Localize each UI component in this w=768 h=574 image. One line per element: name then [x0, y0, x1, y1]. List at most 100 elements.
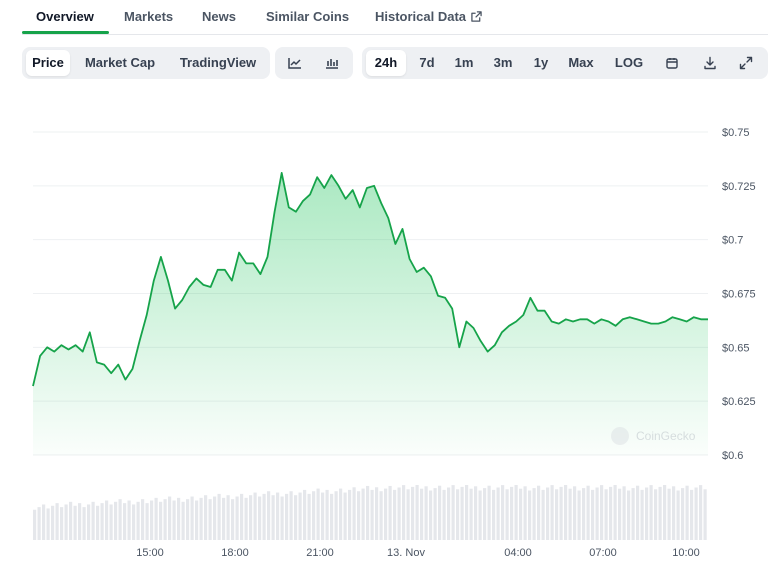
price-chart: CoinGecko $0.75 $0.725 $0.7 $0.675 $0.65 $0.6…: [32, 127, 756, 559]
volume-bar: [294, 495, 298, 540]
volume-bar: [303, 489, 307, 540]
volume-bar: [564, 485, 568, 540]
volume-bar: [150, 500, 154, 540]
x-tick-label: 13. Nov: [387, 547, 425, 559]
volume-bar: [258, 496, 262, 540]
volume-bar: [46, 508, 50, 540]
volume-bar: [582, 488, 586, 540]
volume-bar: [357, 491, 361, 540]
volume-bar: [604, 489, 608, 540]
volume-bar: [424, 486, 428, 540]
volume-bar: [222, 497, 226, 540]
watermark-text: CoinGecko: [636, 429, 696, 443]
y-tick-label: $0.725: [722, 181, 756, 193]
volume-bar: [154, 497, 158, 540]
volume-bar: [253, 492, 257, 540]
volume-bar: [438, 485, 442, 540]
volume-bar: [289, 491, 293, 540]
volume-bar: [532, 488, 536, 540]
volume-bars: [33, 485, 707, 540]
volume-bar: [276, 492, 280, 540]
volume-bar: [267, 491, 271, 540]
volume-bar: [649, 485, 653, 540]
volume-bar: [375, 487, 379, 540]
volume-bar: [145, 503, 149, 540]
x-axis: 15:00 18:00 21:00 13. Nov 04:00 07:00 10:00: [136, 547, 700, 559]
volume-bar: [528, 490, 532, 540]
volume-bar: [573, 486, 577, 540]
y-tick-label: $0.675: [722, 289, 756, 301]
volume-bar: [339, 488, 343, 540]
volume-bar: [42, 504, 46, 540]
volume-bar: [550, 485, 554, 540]
volume-bar: [217, 493, 221, 540]
volume-bar: [82, 507, 86, 540]
volume-bar: [235, 496, 239, 540]
volume-bar: [307, 493, 311, 540]
volume-bar: [159, 501, 163, 540]
x-tick-label: 04:00: [504, 547, 532, 559]
volume-bar: [190, 496, 194, 540]
volume-bar: [433, 488, 437, 540]
volume-bar: [321, 492, 325, 540]
volume-bar: [537, 485, 541, 540]
volume-bar: [343, 492, 347, 540]
volume-bar: [622, 486, 626, 540]
volume-bar: [177, 497, 181, 540]
volume-bar: [447, 487, 451, 540]
volume-bar: [370, 489, 374, 540]
volume-bar: [600, 485, 604, 540]
volume-bar: [676, 490, 680, 540]
volume-bar: [100, 503, 104, 540]
volume-bar: [132, 504, 136, 540]
volume-bar: [681, 488, 685, 540]
volume-bar: [487, 485, 491, 540]
y-tick-label: $0.625: [722, 396, 756, 408]
volume-bar: [609, 486, 613, 540]
volume-bar: [654, 489, 658, 540]
volume-bar: [415, 485, 419, 540]
x-tick-label: 21:00: [306, 547, 334, 559]
y-tick-label: $0.75: [722, 127, 750, 139]
volume-bar: [645, 487, 649, 540]
volume-bar: [640, 489, 644, 540]
coingecko-logo-icon: [611, 427, 629, 445]
volume-bar: [195, 500, 199, 540]
volume-bar: [240, 493, 244, 540]
volume-bar: [231, 499, 235, 540]
volume-bar: [402, 485, 406, 540]
volume-bar: [366, 485, 370, 540]
volume-bar: [60, 507, 64, 540]
volume-bar: [420, 488, 424, 540]
volume-bar: [73, 505, 77, 540]
volume-bar: [348, 489, 352, 540]
volume-bar: [429, 490, 433, 540]
volume-bar: [123, 503, 127, 540]
x-tick-label: 10:00: [672, 547, 700, 559]
volume-bar: [559, 486, 563, 540]
volume-bar: [186, 499, 190, 540]
volume-bar: [406, 489, 410, 540]
volume-bar: [51, 505, 55, 540]
volume-bar: [91, 501, 95, 540]
volume-bar: [595, 487, 599, 540]
volume-bar: [334, 491, 338, 540]
volume-bar: [127, 500, 131, 540]
volume-bar: [384, 488, 388, 540]
volume-bar: [523, 486, 527, 540]
volume-bar: [519, 488, 523, 540]
volume-bar: [271, 495, 275, 540]
y-axis: $0.75 $0.725 $0.7 $0.675 $0.65 $0.625 $0.6: [722, 127, 756, 462]
volume-bar: [96, 505, 100, 540]
volume-bar: [496, 487, 500, 540]
volume-bar: [411, 486, 415, 540]
volume-bar: [168, 496, 172, 540]
volume-bar: [699, 485, 703, 540]
volume-bar: [33, 509, 37, 540]
volume-bar: [64, 504, 68, 540]
volume-bar: [226, 495, 230, 540]
volume-bar: [690, 489, 694, 540]
volume-bar: [244, 497, 248, 540]
y-tick-label: $0.65: [722, 342, 750, 354]
volume-bar: [541, 489, 545, 540]
